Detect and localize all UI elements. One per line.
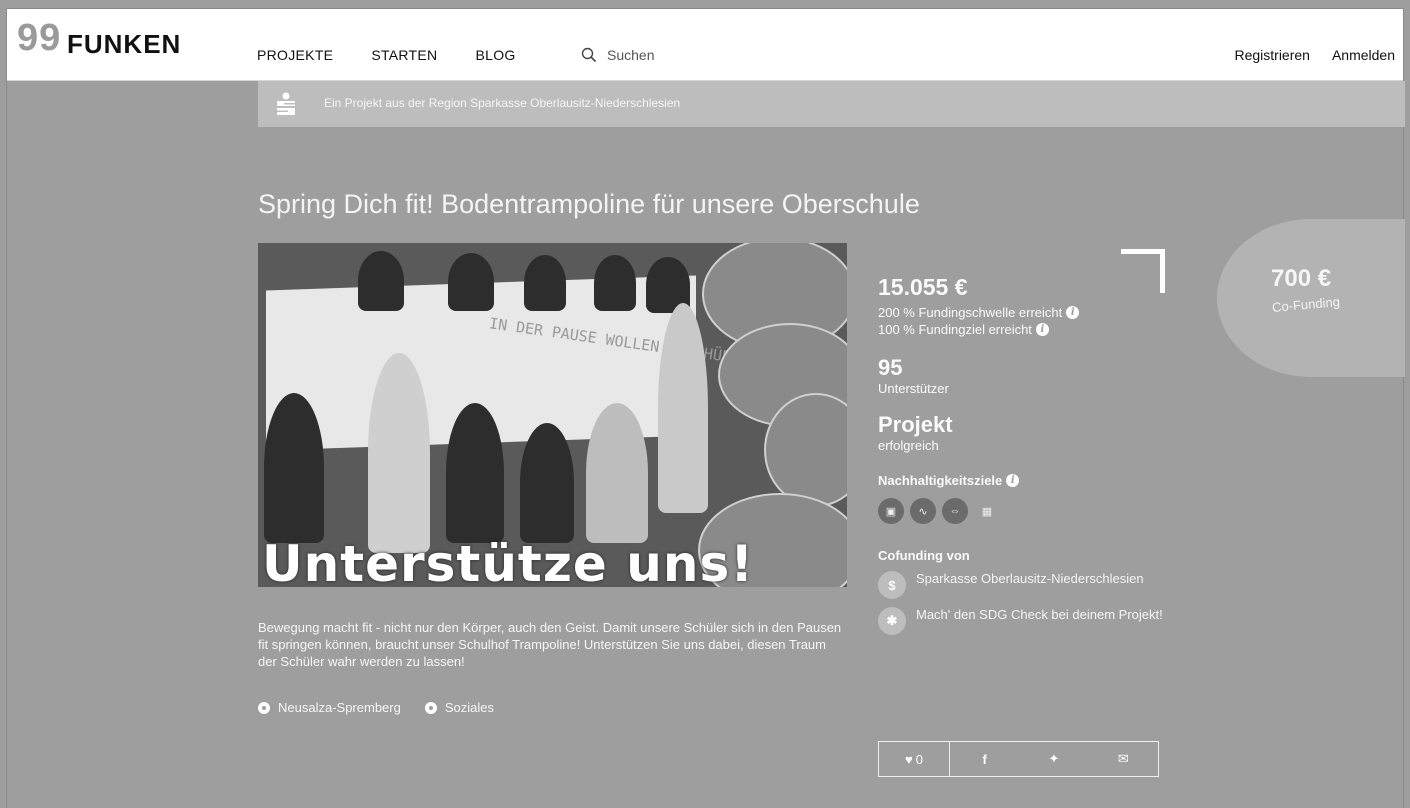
image-figure [658,303,708,513]
image-figure [586,403,648,543]
cofunding-label: Co-Funding [1271,294,1341,315]
info-icon[interactable]: i [1035,323,1049,336]
like-count: 0 [915,751,923,767]
project-tags: Neusalza-Spremberg Soziales [258,700,494,715]
cofunding-badge: 700 € Co-Funding [1217,219,1405,377]
page-frame: 99 FUNKEN PROJEKTE STARTEN BLOG Registri… [6,8,1405,808]
cofunding-amount: 700 € [1271,265,1332,292]
heart-icon: ♥ [905,751,913,767]
search-input[interactable] [605,46,729,64]
supporters-count: 95 [878,355,903,380]
mail-icon: ✉ [1117,751,1129,766]
status-title: Projekt [878,412,953,437]
status-value: erfolgreich [878,438,939,453]
account-links: Registrieren Anmelden [1234,47,1395,63]
book-icon[interactable]: ▣ [878,498,904,524]
facebook-share-button[interactable]: f [950,742,1019,776]
login-link[interactable]: Anmelden [1332,47,1395,63]
like-button[interactable]: ♥ 0 [879,742,950,776]
region-banner[interactable]: Ein Projekt aus der Region Sparkasse Obe… [258,81,1405,127]
image-figure [594,255,636,311]
twitter-icon: ✦ [1048,751,1060,766]
twitter-share-button[interactable]: ✦ [1019,742,1088,776]
logo-number: 99 [17,17,62,59]
facebook-icon: f [982,751,987,767]
sparkasse-icon: $ [878,571,906,599]
cofunding-title: Cofunding von [878,548,970,563]
nav-blog[interactable]: BLOG [475,47,515,63]
project-image[interactable]: IN DER PAUSE WOLLEN WIR HÜPFEN Unterstüt… [258,243,847,587]
email-share-button[interactable]: ✉ [1089,742,1158,776]
image-overlay-text: Unterstütze uns! [262,535,755,587]
info-icon[interactable]: i [1066,306,1080,319]
cofunder-name: Mach' den SDG Check bei deinem Projekt! [916,607,1163,622]
category-text: Soziales [444,700,494,715]
logo-word: FUNKEN [67,29,182,59]
location-pin-icon [258,701,270,714]
project-description: Bewegung macht fit - nicht nur den Körpe… [258,620,842,669]
image-figure [446,403,504,543]
sdg-line: Nachhaltigkeitsziele i [878,473,1178,488]
search-box [581,46,729,64]
cofunder-item[interactable]: $ Sparkasse Oberlausitz-Niederschlesien [878,571,1178,599]
goal-text: 100 % Fundingziel erreicht [878,322,1032,337]
cofunder-name: Sparkasse Oberlausitz-Niederschlesien [916,571,1144,586]
nav-projekte[interactable]: PROJEKTE [257,47,333,63]
image-figure [358,251,404,311]
image-figure [448,253,494,311]
location-tag[interactable]: Neusalza-Spremberg [258,700,401,715]
register-link[interactable]: Registrieren [1234,47,1309,63]
category-icon [424,701,437,714]
nav-starten[interactable]: STARTEN [371,47,437,63]
project-title: Spring Dich fit! Bodentrampoline für uns… [258,189,920,219]
sdg-icon-row: ▣ ∿ ⇔ ▦ [878,498,1178,524]
threshold-line: 200 % Fundingschwelle erreicht i [878,305,1178,320]
image-figure [524,255,566,311]
threshold-text: 200 % Fundingschwelle erreicht [878,305,1063,320]
location-text: Neusalza-Spremberg [278,700,401,715]
main-nav: PROJEKTE STARTEN BLOG [257,47,516,63]
site-header: 99 FUNKEN PROJEKTE STARTEN BLOG Registri… [7,9,1403,81]
category-tag[interactable]: Soziales [424,700,494,715]
image-figure [520,423,574,543]
sdg-title: Nachhaltigkeitsziele [878,473,1003,488]
funding-amount: 15.055 € [878,274,968,300]
equality-icon[interactable]: ⇔ [942,498,968,524]
share-bar: ♥ 0 f ✦ ✉ [878,741,1159,777]
search-icon[interactable] [581,47,597,63]
info-icon[interactable]: i [1006,474,1020,487]
goal-line: 100 % Fundingziel erreicht i [878,322,1178,337]
cofunder-item[interactable]: ✱ Mach' den SDG Check bei deinem Projekt… [878,607,1178,635]
region-banner-text: Ein Projekt aus der Region Sparkasse Obe… [324,96,681,110]
sparkasse-icon [277,92,295,115]
image-figure [264,393,324,543]
heartbeat-icon[interactable]: ∿ [910,498,936,524]
image-figure [368,353,430,553]
supporters-label: Unterstützer [878,381,949,396]
sdg-check-icon: ✱ [878,607,906,635]
funding-stats: 15.055 € 200 % Fundingschwelle erreicht … [878,274,1178,635]
city-icon[interactable]: ▦ [974,498,1000,524]
